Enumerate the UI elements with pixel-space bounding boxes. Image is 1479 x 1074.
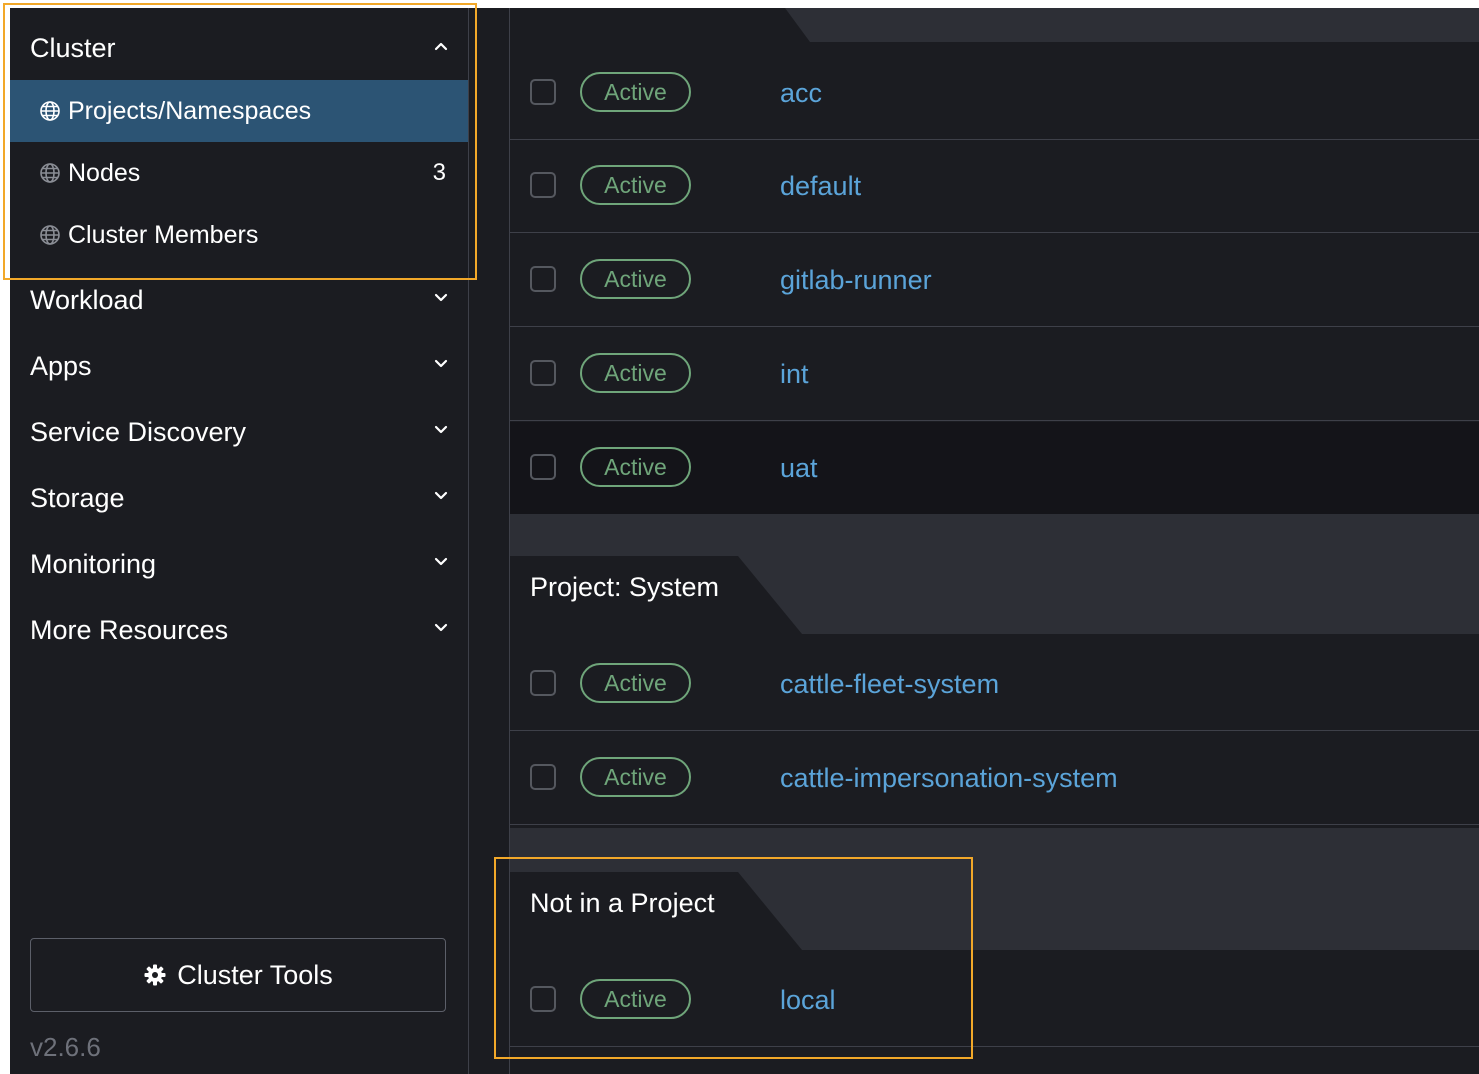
namespace-list-area: Active acc Active default Active gitlab-… xyxy=(469,8,1479,1074)
sidebar-item-projects-namespaces[interactable]: Projects/Namespaces xyxy=(10,80,468,142)
nav-group-monitoring[interactable]: Monitoring xyxy=(10,531,468,597)
status-badge: Active xyxy=(580,979,691,1019)
table-row[interactable]: Active acc xyxy=(510,47,1479,140)
globe-icon xyxy=(39,100,61,122)
nav-group-label: Storage xyxy=(30,482,125,513)
status-badge: Active xyxy=(580,165,691,205)
chevron-up-icon[interactable] xyxy=(434,39,448,53)
group-title: Project: System xyxy=(530,572,720,602)
row-checkbox[interactable] xyxy=(530,986,556,1012)
group-header-band: Project: System xyxy=(510,514,1479,634)
nav-group-cluster[interactable]: Cluster xyxy=(10,15,468,81)
cluster-tools-label: Cluster Tools xyxy=(177,959,333,990)
status-badge: Active xyxy=(580,353,691,393)
namespace-link[interactable]: int xyxy=(780,328,809,421)
cluster-tools-button[interactable]: Cluster Tools xyxy=(30,938,446,1012)
row-checkbox[interactable] xyxy=(530,764,556,790)
row-checkbox[interactable] xyxy=(530,454,556,480)
chevron-down-icon[interactable] xyxy=(434,621,448,635)
chevron-down-icon[interactable] xyxy=(434,357,448,371)
group-title: Not in a Project xyxy=(530,888,715,918)
chevron-down-icon[interactable] xyxy=(434,489,448,503)
chevron-down-icon[interactable] xyxy=(434,555,448,569)
nav-group-label: Workload xyxy=(30,284,144,315)
nav-group-label: Cluster xyxy=(30,32,116,63)
rancher-app: Cluster Projects/Namespaces Nodes 3 Clus… xyxy=(10,8,1479,1074)
namespace-link[interactable]: local xyxy=(780,954,836,1047)
gear-icon xyxy=(143,963,167,987)
namespace-link[interactable]: gitlab-runner xyxy=(780,234,932,327)
nav-group-label: Monitoring xyxy=(30,548,157,579)
group-header-tab-shape xyxy=(510,8,810,42)
row-checkbox[interactable] xyxy=(530,79,556,105)
version-label: v2.6.6 xyxy=(30,1032,101,1062)
group-header-band xyxy=(510,8,1479,42)
table-row[interactable]: Active gitlab-runner xyxy=(510,234,1479,327)
sidebar-item-cluster-members[interactable]: Cluster Members xyxy=(10,204,468,266)
status-badge: Active xyxy=(580,259,691,299)
group-header-not-in-a-project: Not in a Project xyxy=(510,872,738,950)
namespace-link[interactable]: cattle-fleet-system xyxy=(780,638,999,731)
globe-icon xyxy=(39,224,61,246)
group-header-band: Not in a Project xyxy=(510,828,1479,950)
globe-icon xyxy=(39,162,61,184)
nav-group-label: Service Discovery xyxy=(30,416,247,447)
sidebar-item-label: Nodes xyxy=(68,158,141,187)
row-checkbox[interactable] xyxy=(530,266,556,292)
chevron-down-icon[interactable] xyxy=(434,423,448,437)
nav-group-storage[interactable]: Storage xyxy=(10,465,468,531)
table-row[interactable]: Active uat xyxy=(510,422,1479,515)
nav-group-apps[interactable]: Apps xyxy=(10,333,468,399)
row-checkbox[interactable] xyxy=(530,670,556,696)
table-row[interactable]: Active default xyxy=(510,140,1479,233)
row-checkbox[interactable] xyxy=(530,172,556,198)
namespace-link[interactable]: uat xyxy=(780,422,818,515)
nav-group-service-discovery[interactable]: Service Discovery xyxy=(10,399,468,465)
table-row[interactable]: Active cattle-impersonation-system xyxy=(510,732,1479,825)
table-row[interactable]: Active cattle-fleet-system xyxy=(510,638,1479,731)
status-badge: Active xyxy=(580,663,691,703)
namespace-link[interactable]: acc xyxy=(780,47,822,140)
sidebar-item-nodes[interactable]: Nodes 3 xyxy=(10,142,468,204)
sidebar-item-label: Projects/Namespaces xyxy=(68,96,312,125)
sidebar: Cluster Projects/Namespaces Nodes 3 Clus… xyxy=(10,8,469,1074)
nav-group-label: More Resources xyxy=(30,614,229,645)
status-badge: Active xyxy=(580,72,691,112)
table-row[interactable]: Active int xyxy=(510,328,1479,421)
row-checkbox[interactable] xyxy=(530,360,556,386)
nodes-count: 3 xyxy=(432,159,446,186)
namespace-link[interactable]: cattle-impersonation-system xyxy=(780,732,1118,825)
status-badge: Active xyxy=(580,757,691,797)
sidebar-item-label: Cluster Members xyxy=(68,220,259,249)
namespace-link[interactable]: default xyxy=(780,140,861,233)
chevron-down-icon[interactable] xyxy=(434,291,448,305)
nav-group-more-resources[interactable]: More Resources xyxy=(10,597,468,663)
nav-group-workload[interactable]: Workload xyxy=(10,267,468,333)
nav-group-label: Apps xyxy=(30,350,92,381)
group-header-project-system: Project: System xyxy=(510,556,738,634)
namespace-table: Active acc Active default Active gitlab-… xyxy=(509,8,1479,1074)
table-row[interactable]: Active local xyxy=(510,954,1479,1047)
status-badge: Active xyxy=(580,447,691,487)
